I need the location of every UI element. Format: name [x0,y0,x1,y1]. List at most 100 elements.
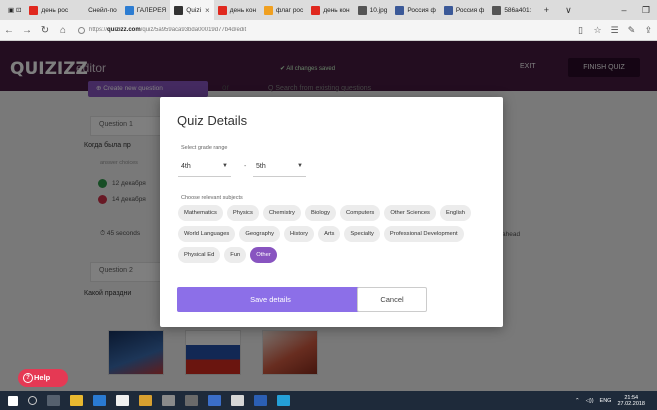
start-icon[interactable] [8,395,18,406]
subject-chip[interactable]: Computers [339,205,381,221]
subject-chip[interactable]: Mathematics [178,205,223,221]
subjects-label: Choose relevant subjects [181,195,243,201]
help-icon: ? [23,373,33,383]
save-details-button[interactable]: Save details [177,287,364,312]
tab-favicon-icon [174,5,184,15]
edge-icon[interactable] [93,395,106,406]
help-label: Help [34,373,51,382]
close-tab-icon[interactable]: × [205,6,210,15]
browser-tab[interactable]: Quizi × [170,0,214,20]
subject-chip[interactable]: World Languages [178,226,236,242]
subject-chip[interactable]: Physical Ed [178,247,221,263]
browser-tab[interactable]: Россия ф [440,0,488,20]
new-tab-icon[interactable]: + [535,5,557,15]
tab-label: 10.jpg [369,6,388,14]
tab-favicon-icon [492,5,502,15]
tab-favicon-icon [264,5,274,15]
chevron-down-icon: ▼ [297,163,303,169]
address-bar[interactable]: https://quizizz.com/quiz/5a959aca93bda00… [78,26,508,34]
back-icon[interactable]: ← [0,25,18,36]
subject-chip[interactable]: History [284,226,315,242]
grade-to-select[interactable]: 5th ▼ [253,156,306,177]
tab-favicon-icon [443,5,453,15]
tab-favicon-icon [311,5,321,15]
system-tray: ⌃ ◁)) ENG 21:54 27.02.2018 [575,395,657,407]
tab-label: ГАЛЕРЕЯ [136,6,167,14]
tab-favicon-icon [395,5,405,15]
grade-to-value: 5th [256,162,266,170]
chevron-down-icon: ▼ [222,163,228,169]
tab-label: день кон [323,6,350,14]
browser-nav-bar: ← → ↻ ⌂ https://quizizz.com/quiz/5a959ac… [0,20,657,41]
app-icon[interactable] [208,395,221,406]
pen-icon[interactable]: ✎ [623,25,640,36]
favorites-hub-icon[interactable]: ☰ [606,25,623,36]
word-icon[interactable] [254,395,267,406]
tab-label: Россия ф [455,6,485,14]
subject-chip[interactable]: Other Sciences [384,205,436,221]
clock[interactable]: 21:54 27.02.2018 [617,395,645,407]
tab-favicon-icon [29,5,39,15]
subject-chip[interactable]: Geography [239,226,281,242]
modal-title: Quiz Details [177,113,248,128]
home-icon[interactable]: ⌂ [54,25,72,36]
minimize-icon[interactable]: – [613,5,635,15]
browser-tab[interactable]: флаг рос [260,0,307,20]
network-icon[interactable]: ⌃ [575,398,580,404]
browser-tab-strip: ▣ ⊡ день рос Снейл-по ГАЛЕРЕЯ Quizi × день ко… [0,0,657,20]
favorite-star-icon[interactable]: ☆ [589,25,606,36]
task-view-icon[interactable] [47,395,60,406]
windows-taskbar: ⌃ ◁)) ENG 21:54 27.02.2018 [0,391,657,410]
app-icon[interactable] [162,395,175,406]
file-explorer-icon[interactable] [70,395,83,406]
grade-range-label: Select grade range [181,145,228,151]
language-indicator[interactable]: ENG [600,398,612,404]
subject-chip[interactable]: Chemistry [262,205,301,221]
forward-icon[interactable]: → [18,25,36,36]
tab-favicon-icon [124,5,134,15]
subject-chip[interactable]: English [439,205,471,221]
share-icon[interactable]: ⇪ [640,25,657,36]
clock-date: 27.02.2018 [617,400,645,407]
subject-chip[interactable]: Physics [226,205,259,221]
subject-chip[interactable]: Specialty [344,226,380,242]
volume-icon[interactable]: ◁)) [586,398,594,404]
tab-favicon-icon [357,5,367,15]
browser-tab[interactable]: Россия ф [391,0,439,20]
subject-chip[interactable]: Professional Development [383,226,464,242]
reading-view-icon[interactable]: ▯ [572,25,589,36]
search-icon[interactable] [28,396,37,405]
tab-favicon-icon [217,5,227,15]
tab-label: день рос [41,6,69,14]
app-icon[interactable] [231,395,244,406]
refresh-icon[interactable]: ↻ [36,25,54,36]
grade-from-select[interactable]: 4th ▼ [178,156,231,177]
browser-tab[interactable]: ГАЛЕРЕЯ [121,0,171,20]
lock-icon [78,26,85,34]
tab-favicon-icon [76,5,86,15]
subject-chip[interactable]: Arts [318,226,341,242]
skype-icon[interactable] [277,395,290,406]
media-icon[interactable] [139,395,152,406]
browser-tab[interactable]: 586a401: [488,0,535,20]
tab-label: Россия ф [407,6,436,14]
maximize-icon[interactable]: ❐ [635,5,657,16]
browser-tab[interactable]: день рос [25,0,72,20]
browser-tab[interactable]: Снейл-по [72,0,121,20]
cancel-button[interactable]: Cancel [357,287,427,312]
subject-chip[interactable]: Fun [224,247,247,263]
tab-list-icon[interactable]: ∨ [557,5,579,16]
browser-tab[interactable]: день кон [214,0,260,20]
browser-tab[interactable]: 10.jpg [354,0,392,20]
app-icon[interactable] [185,395,198,406]
tab-label: 586a401: [504,6,532,14]
subject-chip[interactable]: Biology [304,205,336,221]
url-domain: quizizz.com [107,27,141,33]
quiz-details-modal: Quiz Details Select grade range 4th ▼ - … [160,97,503,327]
store-icon[interactable] [116,395,129,406]
help-button[interactable]: ? Help [18,369,68,387]
browser-tab[interactable]: день кон [307,0,353,20]
subject-chip[interactable]: Other [250,247,277,263]
subject-chip-list: Mathematics Physics Chemistry Biology Comput… [178,205,478,263]
tab-actions-icon[interactable]: ▣ ⊡ [4,0,25,20]
